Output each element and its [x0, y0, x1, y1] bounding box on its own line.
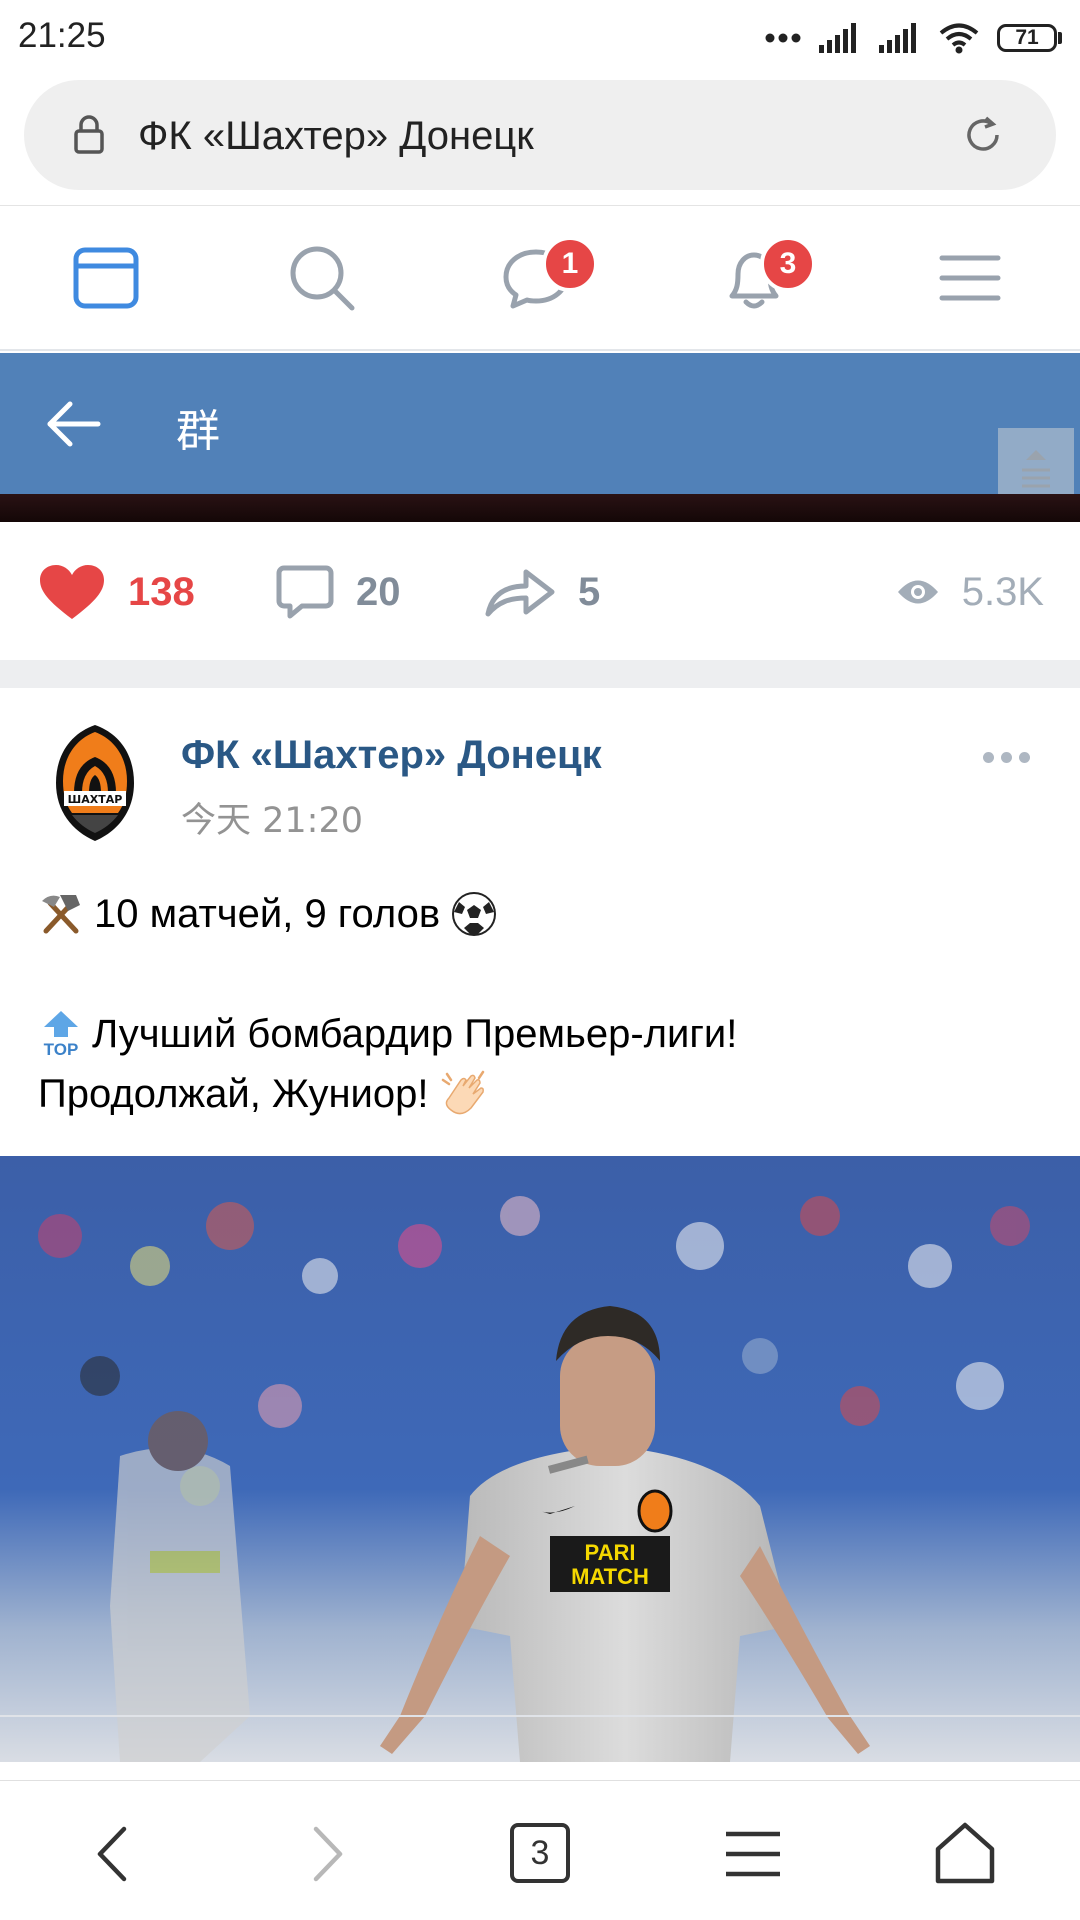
- nav-menu[interactable]: [934, 242, 1010, 318]
- hamburger-icon: [939, 255, 1001, 301]
- post-time: 今天 21:20: [181, 801, 363, 841]
- browser-tabs-button[interactable]: 3: [510, 1823, 580, 1893]
- club-logo-avatar[interactable]: ШАХТАР: [52, 723, 138, 843]
- like-button[interactable]: 138: [38, 565, 195, 619]
- tabs-icon: 3: [510, 1823, 570, 1883]
- search-icon: [290, 246, 355, 311]
- signal-icon: [819, 23, 856, 53]
- battery-level: 71: [997, 24, 1057, 52]
- status-time: 21:25: [18, 16, 106, 55]
- back-arrow-icon[interactable]: [46, 401, 102, 447]
- browser-forward-button[interactable]: [290, 1819, 360, 1889]
- browser-bottom-bar: 3: [0, 1780, 1080, 1920]
- nav-feed[interactable]: [70, 242, 146, 318]
- svg-text:MATCH: MATCH: [571, 1564, 649, 1589]
- post-line-3-text: Продолжай, Жуниор!: [38, 1072, 429, 1116]
- svg-text:PARI: PARI: [585, 1540, 636, 1565]
- screen: 21:25 71 ФК «Шахтер» Донецк 1 3 群 138 20…: [0, 0, 1080, 1920]
- url-title: ФК «Шахтер» Донецк: [138, 114, 534, 158]
- nav-messages[interactable]: 1: [500, 236, 598, 318]
- post-line-1-text: 10 матчей, 9 голов: [94, 892, 441, 936]
- previous-post-photo: [0, 494, 1080, 522]
- hammer-pick-emoji: [42, 895, 80, 934]
- nav-search[interactable]: [286, 242, 362, 318]
- notifications-badge: 3: [760, 236, 816, 292]
- nav-notifications[interactable]: 3: [718, 236, 816, 318]
- post-line-2: TOP Лучший бомбардир Премьер-лиги!: [38, 1004, 1048, 1064]
- page-title: 群: [176, 406, 220, 457]
- like-count: 138: [128, 569, 195, 614]
- comment-count: 20: [356, 569, 401, 614]
- post-more-button[interactable]: [983, 752, 1030, 763]
- status-bar: 21:25 71: [0, 0, 1080, 74]
- newsfeed-icon: [73, 247, 139, 309]
- top-arrow-emoji: TOP: [44, 1011, 79, 1059]
- comment-button[interactable]: 20: [276, 565, 401, 619]
- post-line-1: 10 матчей, 9 голов: [38, 884, 1048, 944]
- heart-icon: [40, 565, 104, 619]
- soccer-ball-emoji: [452, 892, 497, 936]
- menu-icon: [726, 1831, 780, 1877]
- reactions-bar: 138 20 5 5.3K: [0, 522, 1080, 660]
- reload-icon[interactable]: [962, 114, 1004, 156]
- svg-text:TOP: TOP: [44, 1040, 79, 1059]
- views-count: 5.3K: [961, 569, 1044, 614]
- post-author[interactable]: ФК «Шахтер» Донецк: [181, 733, 602, 778]
- page-header: 群: [0, 353, 1080, 494]
- battery-icon: 71: [997, 24, 1062, 52]
- eye-icon: [897, 580, 938, 604]
- vk-nav-bar: 1 3: [0, 205, 1080, 351]
- status-icons: 71: [765, 18, 1062, 58]
- back-icon: [97, 1826, 127, 1882]
- svg-text:ШАХТАР: ШАХТАР: [68, 793, 123, 806]
- share-button[interactable]: 5: [484, 566, 600, 618]
- browser-back-button[interactable]: [80, 1819, 150, 1889]
- clapping-hands-emoji: [441, 1070, 484, 1115]
- signal-icon: [879, 23, 916, 53]
- url-bar[interactable]: ФК «Шахтер» Донецк: [24, 80, 1056, 190]
- forward-icon: [313, 1826, 343, 1882]
- post-photo[interactable]: PARI MATCH: [0, 1156, 1080, 1762]
- share-icon: [485, 569, 555, 617]
- lock-icon: [74, 115, 104, 154]
- post-divider: [0, 660, 1080, 688]
- home-icon: [935, 1822, 995, 1884]
- comment-icon: [276, 565, 334, 619]
- wifi-icon: [939, 23, 979, 54]
- browser-home-button[interactable]: [930, 1819, 1000, 1889]
- messages-badge: 1: [542, 236, 598, 292]
- dots-icon: [765, 33, 801, 43]
- browser-menu-button[interactable]: [718, 1819, 788, 1889]
- post-line-2-text: Лучший бомбардир Премьер-лиги!: [92, 1012, 738, 1056]
- views-counter: 5.3K: [896, 566, 1044, 618]
- share-count: 5: [578, 569, 601, 614]
- post-line-3: Продолжай, Жуниор!: [38, 1064, 1048, 1124]
- post-text: 10 матчей, 9 голов TOP Лучший бомбардир …: [38, 884, 1048, 1124]
